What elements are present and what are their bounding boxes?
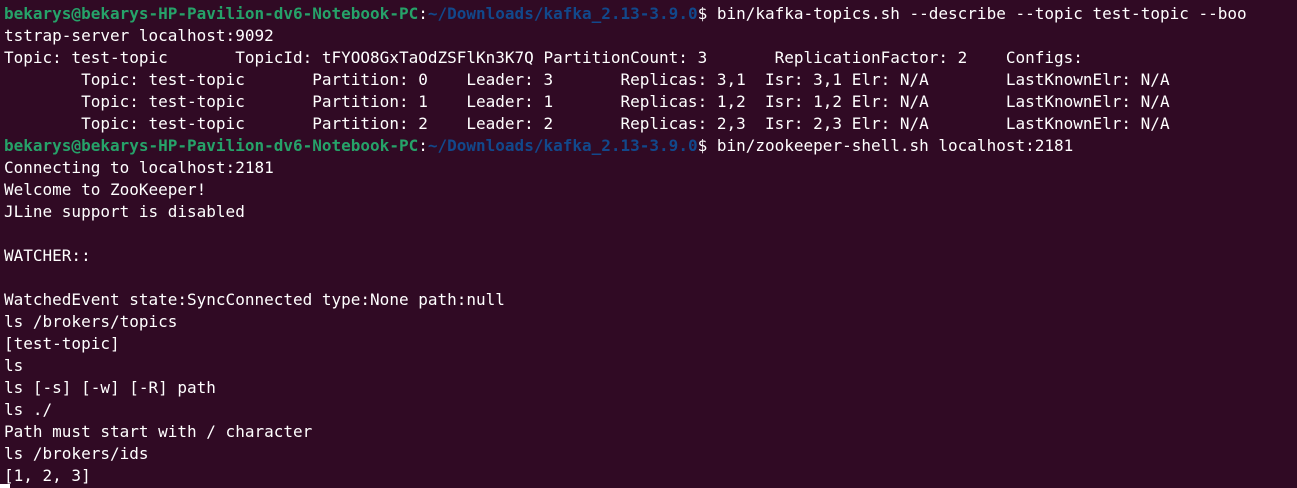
output-line: ls [-s] [-w] [-R] path: [4, 378, 216, 397]
output-line: Connecting to localhost:2181: [4, 158, 274, 177]
output-line: ls /brokers/ids: [4, 444, 149, 463]
output-line: tstrap-server localhost:9092: [4, 26, 274, 45]
command-text: bin/zookeeper-shell.sh localhost:2181: [716, 136, 1074, 155]
output-line: [1, 2, 3]: [4, 466, 91, 485]
output-line: ls /brokers/topics: [4, 312, 178, 331]
prompt-sign: $: [697, 4, 717, 23]
output-line: [test-topic]: [4, 334, 120, 353]
output-line: JLine support is disabled: [4, 202, 245, 221]
prompt-sign: $: [697, 136, 717, 155]
output-line: Welcome to ZooKeeper!: [4, 180, 207, 199]
output-line: Path must start with / character: [4, 422, 313, 441]
output-line: ls: [4, 356, 24, 375]
prompt-path: ~/Downloads/kafka_2.13-3.9.0: [427, 136, 698, 155]
output-line: Topic: test-topic Partition: 0 Leader: 3…: [4, 70, 1170, 89]
prompt-line: bekarys@bekarys-HP-Pavilion-dv6-Notebook…: [4, 135, 1247, 157]
output-line: Topic: test-topic Partition: 1 Leader: 1…: [4, 92, 1170, 111]
output-line: ls ./: [4, 400, 53, 419]
text-cursor: [0, 484, 10, 488]
output-line: WatchedEvent state:SyncConnected type:No…: [4, 290, 505, 309]
output-line: WATCHER::: [4, 246, 91, 265]
prompt-line: bekarys@bekarys-HP-Pavilion-dv6-Notebook…: [4, 3, 1247, 25]
prompt-separator: :: [418, 136, 428, 155]
prompt-separator: :: [418, 4, 428, 23]
terminal-output[interactable]: bekarys@bekarys-HP-Pavilion-dv6-Notebook…: [4, 3, 1247, 487]
prompt-path: ~/Downloads/kafka_2.13-3.9.0: [427, 4, 698, 23]
prompt-user: bekarys@bekarys-HP-Pavilion-dv6-Notebook…: [4, 136, 419, 155]
output-line: Topic: test-topic TopicId: tFYOO8GxTaOdZ…: [4, 48, 1083, 67]
output-line: Topic: test-topic Partition: 2 Leader: 2…: [4, 114, 1170, 133]
command-text: bin/kafka-topics.sh --describe --topic t…: [716, 4, 1247, 23]
prompt-user: bekarys@bekarys-HP-Pavilion-dv6-Notebook…: [4, 4, 419, 23]
